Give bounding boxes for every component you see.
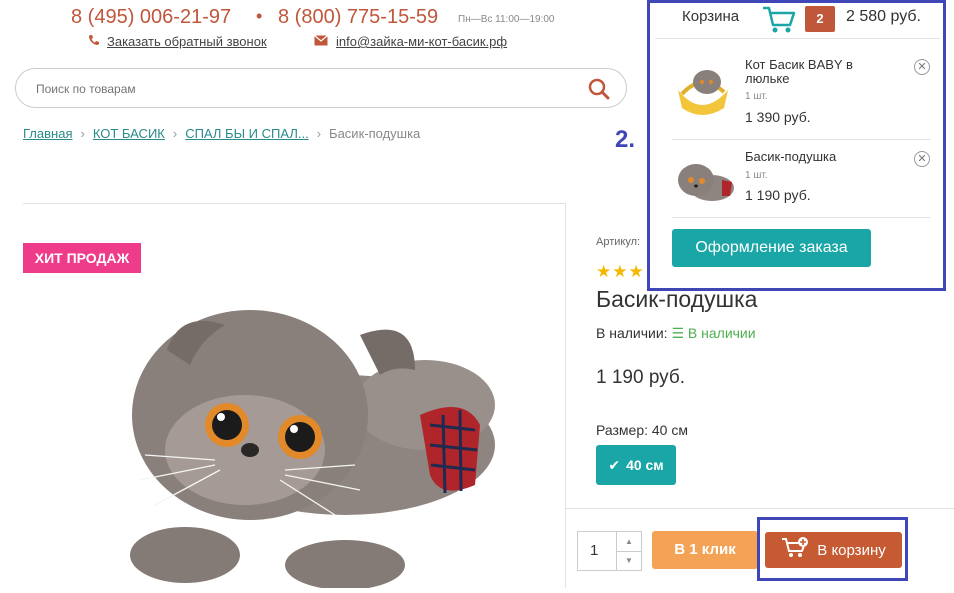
product-image[interactable] [95, 265, 495, 590]
quantity-stepper[interactable]: 1 ▲ ▼ [577, 531, 642, 571]
highlight-frame [757, 517, 908, 581]
check-icon: ✔ [608, 456, 621, 473]
highlight-frame [647, 0, 946, 291]
rating-stars[interactable]: ★★★ [596, 262, 645, 282]
breadcrumb-category[interactable]: СПАЛ БЫ И СПАЛ... [185, 126, 309, 141]
one-click-button[interactable]: В 1 клик [652, 531, 758, 569]
divider [566, 508, 954, 509]
product-price: 1 190 руб. [596, 367, 686, 388]
phone-primary[interactable]: 8 (495) 006-21-97 [71, 6, 231, 29]
size-option-button[interactable]: ✔ 40 см [596, 445, 676, 485]
working-hours: Пн—Вс 11:00—19:00 [458, 14, 555, 25]
size-option-label: 40 см [626, 457, 664, 473]
divider [565, 203, 566, 588]
phone-secondary[interactable]: 8 (800) 775-15-59 [278, 6, 438, 29]
breadcrumb-kot-basik[interactable]: КОТ БАСИК [93, 126, 165, 141]
mail-icon [314, 34, 328, 49]
email-link[interactable]: info@зайка-ми-кот-басик.рф [336, 34, 507, 49]
increment-icon[interactable]: ▲ [616, 532, 641, 552]
breadcrumb-current: Басик-подушка [329, 126, 421, 141]
step-annotation: 2. [615, 126, 636, 153]
search-input[interactable] [34, 79, 558, 99]
size-label: Размер: 40 см [596, 422, 688, 438]
divider [23, 203, 565, 204]
breadcrumb-separator: › [172, 126, 178, 141]
article-label: Артикул: [596, 236, 641, 248]
breadcrumb-separator: › [80, 126, 85, 141]
list-icon: ☰ [671, 325, 685, 341]
search-bar [15, 68, 627, 108]
breadcrumb-home[interactable]: Главная [23, 126, 72, 141]
phone-icon [88, 34, 100, 49]
stock-status: В наличии: ☰ В наличии [596, 325, 756, 342]
quantity-value[interactable]: 1 [590, 542, 598, 559]
phone-separator: • [256, 6, 263, 26]
stock-label: В наличии: [596, 325, 668, 341]
breadcrumb-separator: › [316, 126, 322, 141]
stock-value: В наличии [687, 325, 756, 341]
breadcrumb: Главная › КОТ БАСИК › СПАЛ БЫ И СПАЛ... › Баси… [23, 126, 420, 141]
decrement-icon[interactable]: ▼ [616, 551, 641, 570]
callback-link[interactable]: Заказать обратный звонок [107, 34, 267, 49]
search-icon[interactable] [588, 78, 610, 105]
